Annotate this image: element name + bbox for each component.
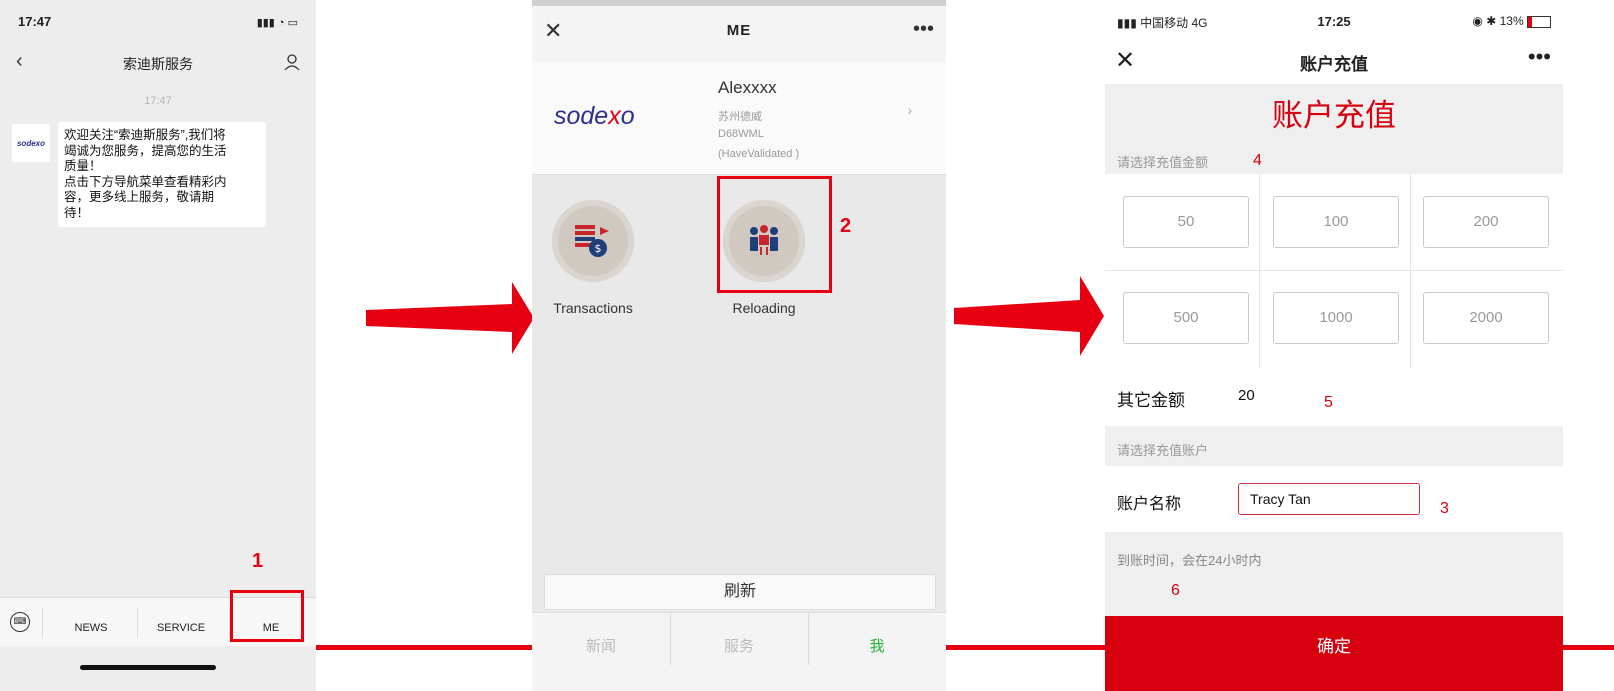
message-timestamp: 17:47: [144, 95, 172, 107]
divider: [42, 608, 43, 638]
message-line: 待！: [64, 205, 90, 220]
tab-service[interactable]: 服务: [670, 635, 808, 656]
message-line: 质量！: [64, 159, 102, 173]
arrival-note: 到账时间，会在24小时内: [1117, 553, 1262, 568]
chat-nav-bar: ‹ 索迪斯服务: [0, 44, 316, 84]
menu-news[interactable]: NEWS: [51, 622, 131, 634]
sodexo-avatar[interactable]: sodexo: [12, 124, 50, 162]
phone-screen-chat: 17:47 ▮▮▮ ◔ ▭ ‹ 索迪斯服务 17:47 sodexo 欢迎关注“…: [0, 0, 316, 691]
grid-divider: [1410, 174, 1411, 368]
arrow-right-icon: [366, 282, 534, 354]
more-icon[interactable]: •••: [913, 18, 934, 41]
home-indicator: [80, 665, 216, 670]
phone-screen-recharge: ▮▮▮ 中国移动 4G 17:25 ◉ ✱ 13% ✕ 账户充值 ••• 账户充…: [1105, 0, 1563, 691]
step-1-label: 1: [252, 550, 264, 572]
status-time: 17:47: [18, 14, 52, 29]
recharge-nav-bar: ✕ 账户充值 •••: [1105, 40, 1563, 84]
grid-divider: [1105, 270, 1563, 271]
transactions-icon[interactable]: $: [552, 200, 634, 282]
menu-reloading[interactable]: Reloading: [699, 300, 829, 316]
status-bar: ▮▮▮ 中国移动 4G 17:25 ◉ ✱ 13%: [1105, 0, 1563, 40]
user-name: Alexxxx: [718, 78, 777, 97]
chat-title: 索迪斯服务: [123, 56, 193, 72]
profile-icon[interactable]: [282, 52, 302, 72]
keyboard-icon[interactable]: ⌨: [10, 612, 30, 632]
account-name-label: 账户名称: [1117, 496, 1182, 513]
page-title: 账户充值: [1300, 55, 1368, 74]
note-band: [1105, 532, 1563, 616]
user-detail: (HaveValidated ): [718, 148, 800, 160]
amount-grid: 50 100 200 500 1000 2000: [1105, 174, 1563, 368]
svg-text:$: $: [595, 242, 602, 255]
highlight-box-me: [230, 590, 304, 642]
menu-transactions[interactable]: Transactions: [532, 300, 658, 316]
refresh-button[interactable]: 刷新: [544, 574, 936, 610]
profile-card[interactable]: sodexo Alexxxx 苏州德威 D68WML (HaveValidate…: [532, 62, 946, 175]
other-amount-row: 其它金额 20 5: [1105, 368, 1563, 426]
amount-option[interactable]: 1000: [1273, 292, 1399, 344]
step-6-label: 6: [1171, 582, 1180, 599]
battery-indicator: ◉ ✱ 13%: [1472, 14, 1551, 28]
amount-option[interactable]: 50: [1123, 196, 1249, 248]
phone-screen-me: ✕ ME ••• sodexo Alexxxx 苏州德威 D68WML (Hav…: [532, 0, 946, 691]
message-bubble: 欢迎关注“索迪斯服务”,我们将 竭诚为您服务，提高您的生活 质量！ 点击下方导航…: [58, 122, 266, 227]
step-5-label: 5: [1324, 394, 1333, 411]
amount-hint: 请选择充值金额: [1117, 155, 1209, 170]
user-detail: 苏州德威: [718, 111, 762, 123]
me-nav-bar: ✕ ME •••: [532, 0, 946, 63]
recharge-banner: 账户充值 请选择充值金额 4: [1105, 84, 1563, 174]
menu-service[interactable]: SERVICE: [141, 622, 221, 634]
more-icon[interactable]: •••: [1528, 44, 1551, 70]
message-line: 容，更多线上服务，敬请期: [64, 190, 215, 204]
bottom-tab-bar: 新闻 服务 我: [532, 612, 946, 691]
tab-news[interactable]: 新闻: [532, 635, 670, 656]
cropped-status-bar: [532, 0, 946, 6]
chevron-right-icon: ›: [907, 102, 912, 118]
step-3-label: 3: [1440, 500, 1449, 517]
amount-option[interactable]: 200: [1423, 196, 1549, 248]
step-4-label: 4: [1253, 152, 1262, 169]
grid-divider: [1259, 174, 1260, 368]
logo-accent: x: [608, 102, 621, 130]
confirm-button[interactable]: 确定: [1105, 616, 1563, 691]
account-row: 账户名称 Tracy Tan 3: [1105, 466, 1563, 532]
banner-title: 账户充值: [1272, 98, 1396, 133]
sodexo-logo: sodexo: [554, 102, 635, 130]
other-amount-input[interactable]: 20: [1238, 387, 1255, 404]
account-hint: 请选择充值账户: [1117, 443, 1209, 458]
arrow-right-icon: [954, 276, 1104, 356]
user-detail: D68WML: [718, 128, 764, 140]
highlight-box-reloading: [717, 176, 832, 293]
page-title: ME: [726, 22, 752, 39]
other-amount-label: 其它金额: [1117, 391, 1185, 410]
account-hint-band: 请选择充值账户: [1105, 426, 1563, 466]
divider: [137, 608, 138, 638]
step-2-label: 2: [840, 215, 852, 237]
message-line: 点击下方导航菜单查看精彩内: [64, 174, 227, 189]
message-line: 欢迎关注“索迪斯服务”,我们将: [64, 128, 226, 142]
tab-me[interactable]: 我: [808, 635, 946, 656]
account-name-field[interactable]: Tracy Tan: [1238, 483, 1420, 515]
amount-option[interactable]: 100: [1273, 196, 1399, 248]
amount-option[interactable]: 500: [1123, 292, 1249, 344]
status-bar: 17:47 ▮▮▮ ◔ ▭: [0, 0, 316, 44]
signal-wifi-battery-icon: ▮▮▮ ◔ ▭: [256, 17, 298, 29]
amount-option[interactable]: 2000: [1423, 292, 1549, 344]
message-line: 竭诚为您服务，提高您的生活: [64, 143, 227, 158]
battery-percent: 13%: [1499, 14, 1524, 28]
